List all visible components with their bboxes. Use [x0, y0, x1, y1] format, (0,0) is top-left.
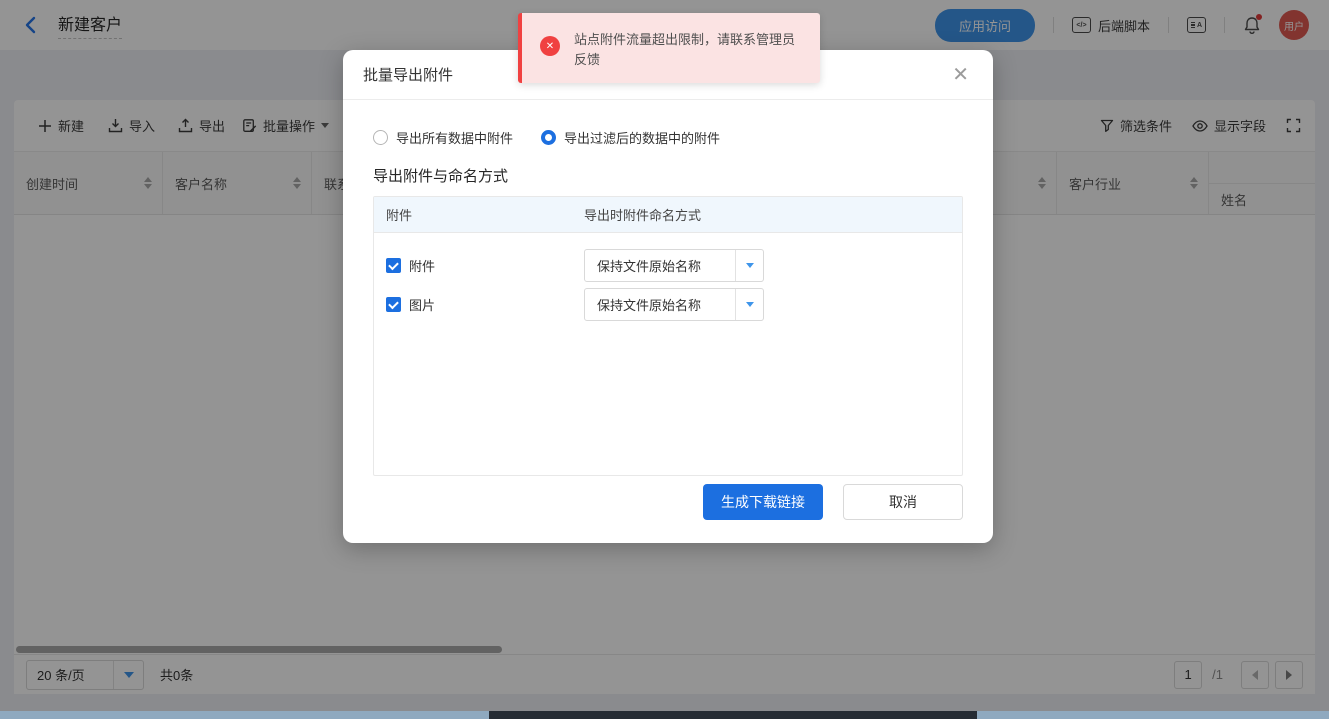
- chevron-down-icon: [746, 302, 754, 307]
- error-icon: ✕: [540, 36, 560, 56]
- chevron-down-icon: [746, 263, 754, 268]
- screen: 新建客户 应用访问 </> 后端脚本 A: [0, 0, 1329, 719]
- error-toast: ✕ 站点附件流量超出限制，请联系管理员反馈: [518, 13, 820, 83]
- batch-export-modal: 批量导出附件 ✕ 导出所有数据中附件 导出过滤后的数据中的附件 导出附件与命名方…: [343, 50, 993, 543]
- table-header: 附件 导出时附件命名方式: [374, 197, 962, 233]
- naming-select-attachment[interactable]: 保持文件原始名称: [584, 249, 764, 282]
- radio-selected-icon: [541, 130, 556, 145]
- modal-body: 导出所有数据中附件 导出过滤后的数据中的附件 导出附件与命名方式 附件 导出时附…: [343, 100, 993, 476]
- checkbox-attachment[interactable]: [386, 258, 401, 273]
- radio-export-filtered[interactable]: 导出过滤后的数据中的附件: [541, 128, 720, 147]
- modal-footer: 生成下载链接 取消: [703, 484, 963, 520]
- close-icon[interactable]: ✕: [952, 65, 969, 85]
- export-scope-radios: 导出所有数据中附件 导出过滤后的数据中的附件: [373, 128, 963, 147]
- checkbox-image[interactable]: [386, 297, 401, 312]
- cancel-button[interactable]: 取消: [843, 484, 963, 520]
- modal-title: 批量导出附件: [363, 64, 453, 85]
- table-row: 附件 保持文件原始名称: [374, 249, 962, 282]
- taskbar-edge: [0, 711, 1329, 719]
- generate-download-link-button[interactable]: 生成下载链接: [703, 484, 823, 520]
- radio-export-all[interactable]: 导出所有数据中附件: [373, 128, 513, 147]
- toast-message: 站点附件流量超出限制，请联系管理员反馈: [574, 27, 804, 70]
- attachment-naming-table: 附件 导出时附件命名方式 附件 保持文件原始名称: [373, 196, 963, 476]
- naming-select-image[interactable]: 保持文件原始名称: [584, 288, 764, 321]
- taskbar-edge-dark: [489, 711, 977, 719]
- section-title: 导出附件与命名方式: [373, 165, 963, 186]
- table-row: 图片 保持文件原始名称: [374, 288, 962, 321]
- radio-icon: [373, 130, 388, 145]
